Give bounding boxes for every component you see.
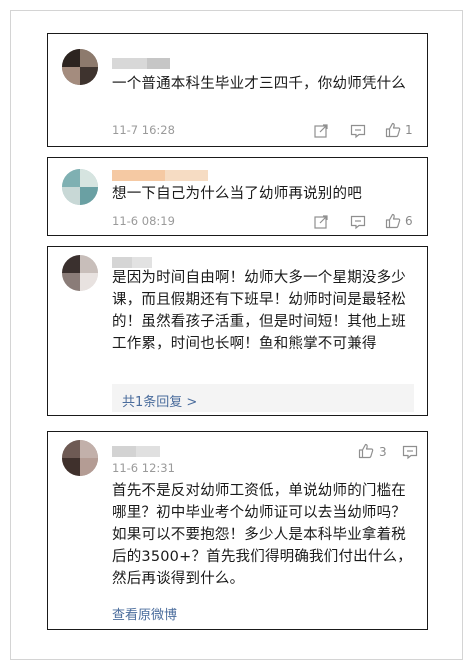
view-original-weibo-link[interactable]: 查看原微博 xyxy=(112,604,177,623)
comment-timestamp: 11-6 08:19 xyxy=(112,214,175,228)
username-blurred[interactable] xyxy=(112,442,160,457)
like-count: 1 xyxy=(405,123,413,137)
comment-text: 是因为时间自由啊！幼师大多一个星期没多少课，而且假期还有下班早！幼师时间是最轻松… xyxy=(112,270,406,352)
comment-timestamp: 11-7 16:28 xyxy=(112,123,175,137)
comment-card-4: 11-6 12:31 3 首先不是反对幼师工资低，单说幼师的门槛在哪里？初中毕业… xyxy=(47,431,428,630)
comment-timestamp: 11-6 12:31 xyxy=(112,461,175,475)
avatar[interactable] xyxy=(62,255,98,291)
avatar[interactable] xyxy=(62,49,98,85)
comment-icon[interactable] xyxy=(350,123,366,139)
view-replies-link[interactable]: 共1条回复 > xyxy=(122,391,197,410)
comment-text: 想一下自己为什么当了幼师再说别的吧 xyxy=(112,186,362,202)
avatar[interactable] xyxy=(62,169,98,205)
share-icon[interactable] xyxy=(313,123,329,139)
comment-card-2: 想一下自己为什么当了幼师再说别的吧 11-6 08:19 6 xyxy=(47,157,428,236)
comment-card-3: 是因为时间自由啊！幼师大多一个星期没多少课，而且假期还有下班早！幼师时间是最轻松… xyxy=(47,246,428,416)
comment-icon[interactable] xyxy=(350,214,366,230)
comment-text: 一个普通本科生毕业才三四千，你幼师凭什么 xyxy=(112,76,406,92)
comment-icon[interactable] xyxy=(402,444,418,460)
thumb-up-icon[interactable] xyxy=(385,213,401,229)
like-count: 3 xyxy=(379,445,387,459)
username-blurred[interactable] xyxy=(112,166,208,181)
share-icon[interactable] xyxy=(313,214,329,230)
comment-text: 首先不是反对幼师工资低，单说幼师的门槛在哪里？初中毕业考个幼师证可以去当幼师吗？… xyxy=(112,483,412,587)
username-blurred[interactable] xyxy=(112,253,152,268)
like-count: 6 xyxy=(405,214,413,228)
thumb-up-icon[interactable] xyxy=(358,443,374,459)
avatar[interactable] xyxy=(62,440,98,476)
username-blurred[interactable] xyxy=(112,54,170,69)
comment-card-1: 一个普通本科生毕业才三四千，你幼师凭什么 11-7 16:28 1 xyxy=(47,33,428,147)
thumb-up-icon[interactable] xyxy=(385,122,401,138)
